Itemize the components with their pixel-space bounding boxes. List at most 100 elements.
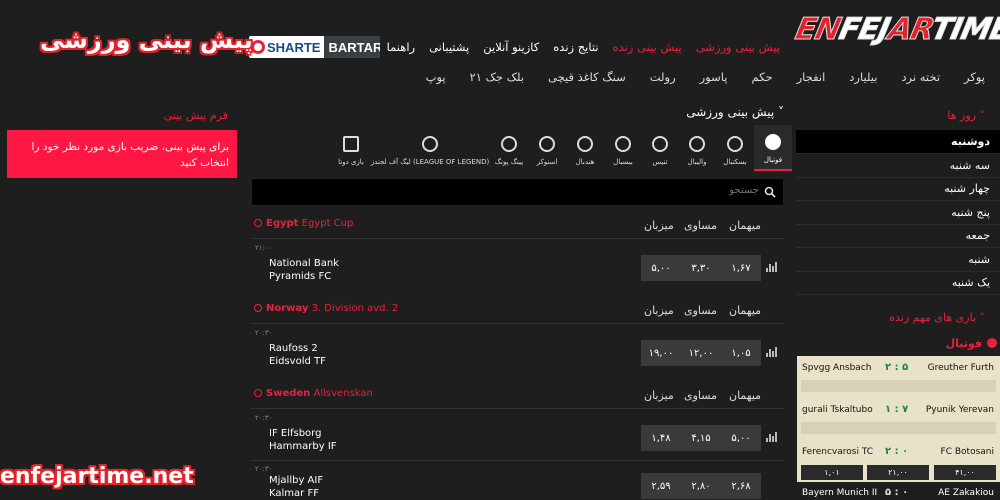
football-icon — [254, 389, 262, 397]
tab-dota[interactable]: بازی دوتا — [332, 125, 370, 171]
odd-button[interactable]: ۲,۶۸ — [721, 473, 761, 499]
day-item[interactable]: چهار شنبه — [796, 177, 1000, 201]
nav-billiards[interactable]: بیلیارد — [849, 70, 877, 84]
day-item[interactable]: دوشنبه — [796, 130, 1000, 154]
live-match[interactable]: Bayern Munich II ۵ : ۰ AE Zakakiou — [797, 482, 1000, 500]
nav-guide[interactable]: راهنما — [387, 40, 415, 54]
league-name[interactable]: Sweden Allsvenskan — [254, 388, 373, 399]
nav-live-results[interactable]: نتایج زنده — [553, 40, 598, 54]
nav-live-betting[interactable]: پیش بینی زنده — [613, 40, 682, 54]
nav-roulette[interactable]: رولت — [650, 70, 676, 84]
live-home: Spvgg Ansbach — [802, 363, 872, 373]
live-away: Pyunik Yerevan — [925, 405, 994, 415]
nav-hokm[interactable]: حکم — [751, 70, 772, 84]
nav-pop[interactable]: پوپ — [426, 70, 446, 84]
days-heading[interactable]: روز ها ˅ — [947, 109, 985, 122]
bet-form-title: فرم پیش بینی — [163, 109, 228, 122]
odd-button[interactable]: ۵,۰۰ — [721, 425, 761, 451]
nav-blackjack[interactable]: بلک جک ۲۱ — [470, 70, 524, 84]
stats-icon[interactable] — [766, 262, 778, 272]
search-input[interactable] — [279, 185, 759, 196]
football-icon — [765, 134, 781, 150]
tab-baseball[interactable]: بیسبال — [604, 125, 642, 171]
col-away: میهمان — [729, 304, 762, 317]
col-away: میهمان — [729, 389, 762, 402]
live-score: ۵ : ۰ — [885, 487, 909, 498]
odd-button[interactable]: ۲,۸۰ — [681, 473, 721, 499]
live-odd-button[interactable]: ۴۱,۰۰ — [934, 465, 996, 480]
tab-football[interactable]: فوتبال — [754, 125, 792, 171]
search-bar — [251, 178, 784, 206]
stats-icon[interactable] — [766, 347, 778, 357]
odd-button[interactable]: ۴,۱۵ — [681, 425, 721, 451]
nav-crash[interactable]: انفجار — [797, 70, 826, 84]
odd-button[interactable]: ۱,۴۸ — [641, 425, 681, 451]
day-item[interactable]: جمعه — [796, 224, 1000, 248]
tab-league-of-legends[interactable]: لیگ آف لجندز (LEAGUE OF LEGEND) — [370, 125, 490, 171]
ping-pong-icon — [501, 136, 517, 152]
day-item[interactable]: پنج شنبه — [796, 201, 1000, 225]
nav-poker[interactable]: پوکر — [964, 70, 985, 84]
live-home: gurali Tskaltubo — [802, 405, 873, 415]
sports-tabs: فوتبال بسکتبال والیبال تنیس بیسبال هندبا… — [246, 125, 792, 171]
match-time: ۲۰:۳۰ — [255, 329, 273, 337]
league-header: Egypt Egypt Cup میهمان مساوی میزبان — [251, 211, 784, 239]
odd-button[interactable]: ۵,۰۰ — [641, 255, 681, 281]
live-match[interactable]: Spvgg Ansbach ۲ : ۵ Greuther Furth — [797, 356, 1000, 401]
league-name[interactable]: Egypt Egypt Cup — [254, 218, 353, 229]
match-row: ۲۱:۰۰ National Bank Pyramids FC ۱,۶۷ ۳,۳… — [251, 240, 784, 295]
tab-snooker[interactable]: اسنوکر — [528, 125, 566, 171]
live-match[interactable]: gurali Tskaltubo ۱ : ۷ Pyunik Yerevan — [797, 398, 1000, 443]
odd-button[interactable]: ۳,۳۰ — [681, 255, 721, 281]
live-heading[interactable]: بازی های مهم زنده ˅ — [889, 311, 985, 324]
baseball-icon — [615, 136, 631, 152]
live-odd-button[interactable]: ۲۱,۰۰ — [867, 465, 929, 480]
odd-button[interactable]: ۱,۰۵ — [721, 340, 761, 366]
sports-betting-heading[interactable]: پیش بینی ورزشی ˅ — [686, 105, 784, 119]
football-icon — [254, 304, 262, 312]
match-team2: Pyramids FC — [269, 271, 332, 282]
nav-sports-betting[interactable]: پیش بینی ورزشی — [696, 40, 780, 54]
site-logo[interactable]: ENFEJARTIME — [792, 8, 1000, 56]
odd-button[interactable]: ۲,۵۹ — [641, 473, 681, 499]
col-draw: مساوی — [684, 304, 717, 317]
tab-handball[interactable]: هندبال — [566, 125, 604, 171]
odd-button[interactable]: ۱۹,۰۰ — [641, 340, 681, 366]
col-draw: مساوی — [684, 389, 717, 402]
page: ENFEJARTIME پیش بینی ورزشی پیش بینی زنده… — [0, 0, 1000, 500]
odd-button[interactable]: ۱۲,۰۰ — [681, 340, 721, 366]
tennis-icon — [652, 136, 668, 152]
col-away: میهمان — [729, 219, 762, 232]
search-icon[interactable] — [764, 186, 776, 198]
nav-online-casino[interactable]: کازینو آنلاین — [483, 40, 539, 54]
live-odd-button[interactable]: ۱,۰۱ — [801, 465, 863, 480]
nav-rock-paper-scissors[interactable]: سنگ کاغذ قیچی — [548, 70, 626, 84]
live-home: Bayern Munich II — [802, 488, 878, 498]
tab-tennis[interactable]: تنیس — [642, 125, 678, 171]
league-name[interactable]: Norway 3. Division avd. 2 — [254, 303, 398, 314]
day-item[interactable]: یک شنبه — [796, 271, 1000, 295]
logo-text: ENFEJARTIME — [792, 12, 1000, 48]
lol-icon — [422, 136, 438, 152]
nav-pasur[interactable]: پاسور — [700, 70, 728, 84]
day-item[interactable]: شنبه — [796, 248, 1000, 272]
stats-icon[interactable] — [766, 432, 778, 442]
sharte-bartar-badge[interactable]: SHARTE BARTAR — [249, 36, 380, 58]
live-away: Greuther Furth — [927, 363, 994, 373]
col-home: میزبان — [644, 219, 674, 232]
live-sport-header: فوتبال — [797, 332, 1000, 356]
nav-support[interactable]: پشتیبانی — [429, 40, 469, 54]
tab-volleyball[interactable]: والیبال — [678, 125, 716, 171]
tab-ping-pong[interactable]: پینگ پونگ — [490, 125, 528, 171]
live-match[interactable]: Ferencvarosi TC ۲ : ۰ FC Botosani ۱,۰۱ ۲… — [797, 440, 1000, 485]
league-header: Sweden Allsvenskan میهمان مساوی میزبان — [251, 381, 784, 409]
odd-button[interactable]: ۱,۶۷ — [721, 255, 761, 281]
games-nav: پوکر تخته نرد بیلیارد انفجار حکم پاسور ر… — [426, 70, 985, 84]
col-home: میزبان — [644, 304, 674, 317]
match-time: ۲۰:۳۰ — [255, 465, 273, 473]
day-item[interactable]: سه شنبه — [796, 154, 1000, 178]
tab-basketball[interactable]: بسکتبال — [716, 125, 754, 171]
col-draw: مساوی — [684, 219, 717, 232]
hockey-icon — [577, 136, 593, 152]
nav-backgammon[interactable]: تخته نرد — [901, 70, 940, 84]
